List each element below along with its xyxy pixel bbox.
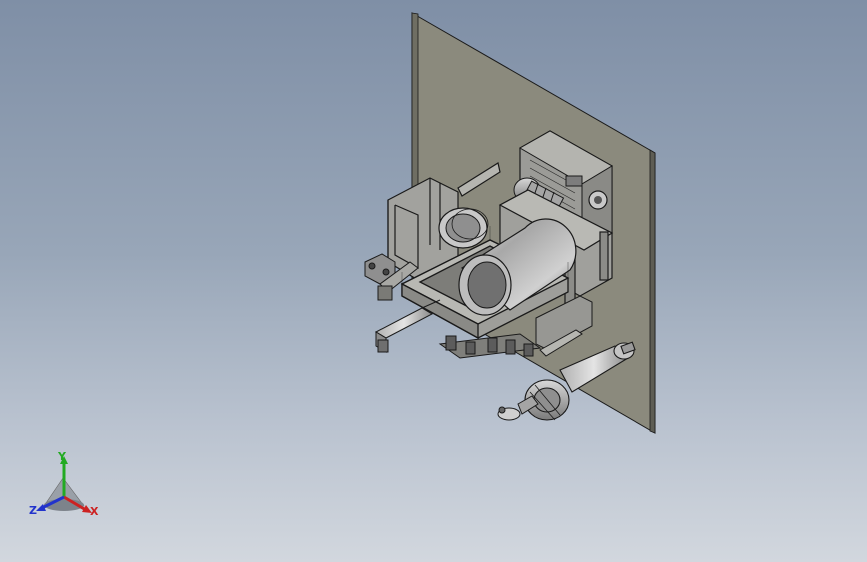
linear-rail[interactable] [438, 333, 542, 359]
ring-flange[interactable] [438, 207, 489, 249]
y-axis-label: Y [58, 450, 66, 463]
x-axis-label: X [90, 505, 99, 518]
assembly-model[interactable] [0, 0, 867, 562]
end-effector[interactable] [497, 395, 539, 421]
z-axis-label: Z [29, 504, 37, 517]
cad-viewport[interactable]: Y Z X [0, 0, 867, 562]
